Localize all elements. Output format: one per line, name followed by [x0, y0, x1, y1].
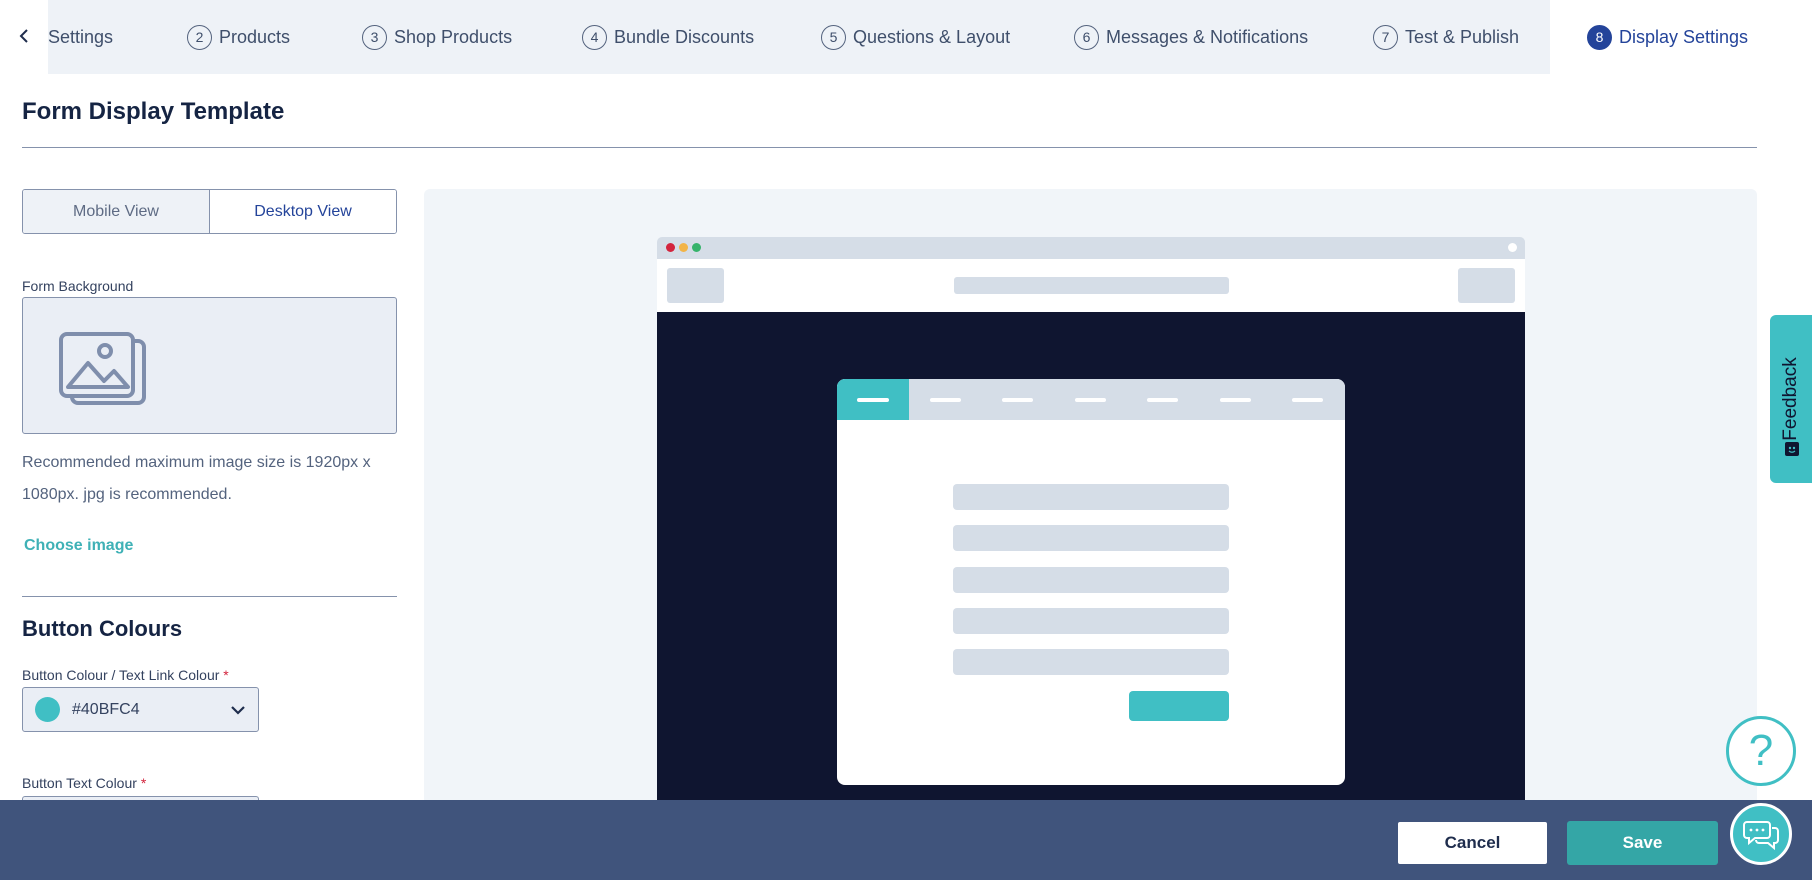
- chat-icon: [1743, 821, 1779, 850]
- question-icon: ?: [1748, 726, 1774, 775]
- browser-menu-dot: [1508, 243, 1517, 252]
- step-number: 8: [1587, 24, 1612, 50]
- minimize-dot: [679, 243, 688, 252]
- tab-dash: [1220, 398, 1251, 402]
- required-mark: *: [140, 775, 147, 791]
- tab-dash: [857, 398, 889, 402]
- button-colour-label-text: Button Colour / Text Link Colour: [22, 667, 220, 683]
- required-mark: *: [223, 667, 229, 683]
- chevron-down-icon: [218, 705, 258, 715]
- step-number: 6: [1074, 24, 1099, 50]
- tab-dash: [1002, 398, 1033, 402]
- button-colour-select[interactable]: #40BFC4: [22, 687, 259, 732]
- tab-dash: [1147, 398, 1178, 402]
- step-label: Display Settings: [1619, 26, 1749, 47]
- tab-dash: [1075, 398, 1106, 402]
- step-label: Questions & Layout: [853, 26, 1011, 47]
- step-bundle-discounts[interactable]: 4 Bundle Discounts: [582, 0, 754, 74]
- step-number: 2: [187, 24, 212, 50]
- feedback-tab[interactable]: Feedback: [1770, 315, 1812, 483]
- step-messages-notifications[interactable]: 6 Messages & Notifications: [1074, 0, 1308, 74]
- preview-background: [657, 312, 1525, 809]
- choose-image-link[interactable]: Choose image: [24, 537, 133, 555]
- close-dot: [666, 243, 675, 252]
- back-chevron-icon[interactable]: [14, 22, 34, 50]
- step-settings[interactable]: Settings: [48, 0, 113, 74]
- preview-field: [953, 649, 1229, 675]
- title-divider: [22, 147, 1757, 148]
- step-shop-products[interactable]: 3 Shop Products: [362, 0, 512, 74]
- page-title: Form Display Template: [22, 98, 285, 125]
- view-toggle: Mobile View Desktop View: [22, 189, 397, 234]
- form-background-label: Form Background: [22, 278, 134, 294]
- image-size-hint: Recommended maximum image size is 1920px…: [22, 454, 371, 503]
- preview-submit-button: [1129, 691, 1229, 721]
- maximize-dot: [692, 243, 701, 252]
- desktop-view-button[interactable]: Desktop View: [210, 190, 396, 233]
- mobile-view-button[interactable]: Mobile View: [23, 190, 210, 233]
- step-label: Bundle Discounts: [614, 26, 755, 47]
- save-button[interactable]: Save: [1567, 821, 1718, 865]
- form-background-dropzone[interactable]: [22, 297, 397, 434]
- help-button[interactable]: ?: [1726, 716, 1796, 786]
- step-test-publish[interactable]: 7 Test & Publish: [1373, 0, 1519, 74]
- image-icon: [59, 332, 146, 405]
- action-placeholder: [1458, 268, 1515, 303]
- browser-titlebar: [657, 237, 1525, 259]
- step-label: Messages & Notifications: [1106, 26, 1309, 47]
- button-colours-title: Button Colours: [22, 616, 183, 641]
- logo-placeholder: [667, 268, 724, 303]
- step-number: 7: [1373, 24, 1398, 50]
- step-number: 5: [821, 24, 846, 50]
- preview-form-tabs: [837, 379, 1345, 420]
- preview-field: [953, 484, 1229, 510]
- step-label: Products: [219, 26, 291, 47]
- step-label: Test & Publish: [1405, 26, 1520, 47]
- step-label: Shop Products: [394, 26, 513, 47]
- button-colour-label: Button Colour / Text Link Colour *: [22, 667, 229, 683]
- button-colour-value: #40BFC4: [72, 700, 140, 718]
- nav-placeholder: [954, 277, 1229, 294]
- browser-navbar: [657, 259, 1525, 312]
- button-text-colour-label-text: Button Text Colour: [22, 775, 137, 791]
- step-display-settings[interactable]: 8 Display Settings: [1587, 0, 1748, 74]
- preview-field: [953, 567, 1229, 593]
- button-text-colour-label: Button Text Colour *: [22, 775, 146, 791]
- section-divider: [22, 596, 397, 597]
- feedback-label: Feedback: [1780, 357, 1801, 441]
- tab-dash: [930, 398, 961, 402]
- preview-field: [953, 608, 1229, 634]
- colour-swatch: [35, 697, 60, 722]
- step-number: 4: [582, 24, 607, 50]
- preview-form-card: [837, 379, 1345, 785]
- chat-button[interactable]: [1730, 803, 1792, 865]
- feedback-icon: [1785, 442, 1799, 456]
- step-questions-layout[interactable]: 5 Questions & Layout: [821, 0, 1010, 74]
- browser-mockup: [657, 237, 1525, 809]
- cancel-button[interactable]: Cancel: [1397, 821, 1548, 865]
- tab-dash: [1292, 398, 1323, 402]
- step-products[interactable]: 2 Products: [187, 0, 290, 74]
- form-preview: [424, 189, 1757, 809]
- step-number: 3: [362, 24, 387, 50]
- step-navigation: Settings 2 Products 3 Shop Products 4 Bu…: [0, 0, 1780, 74]
- preview-field: [953, 525, 1229, 551]
- step-label: Settings: [48, 26, 114, 47]
